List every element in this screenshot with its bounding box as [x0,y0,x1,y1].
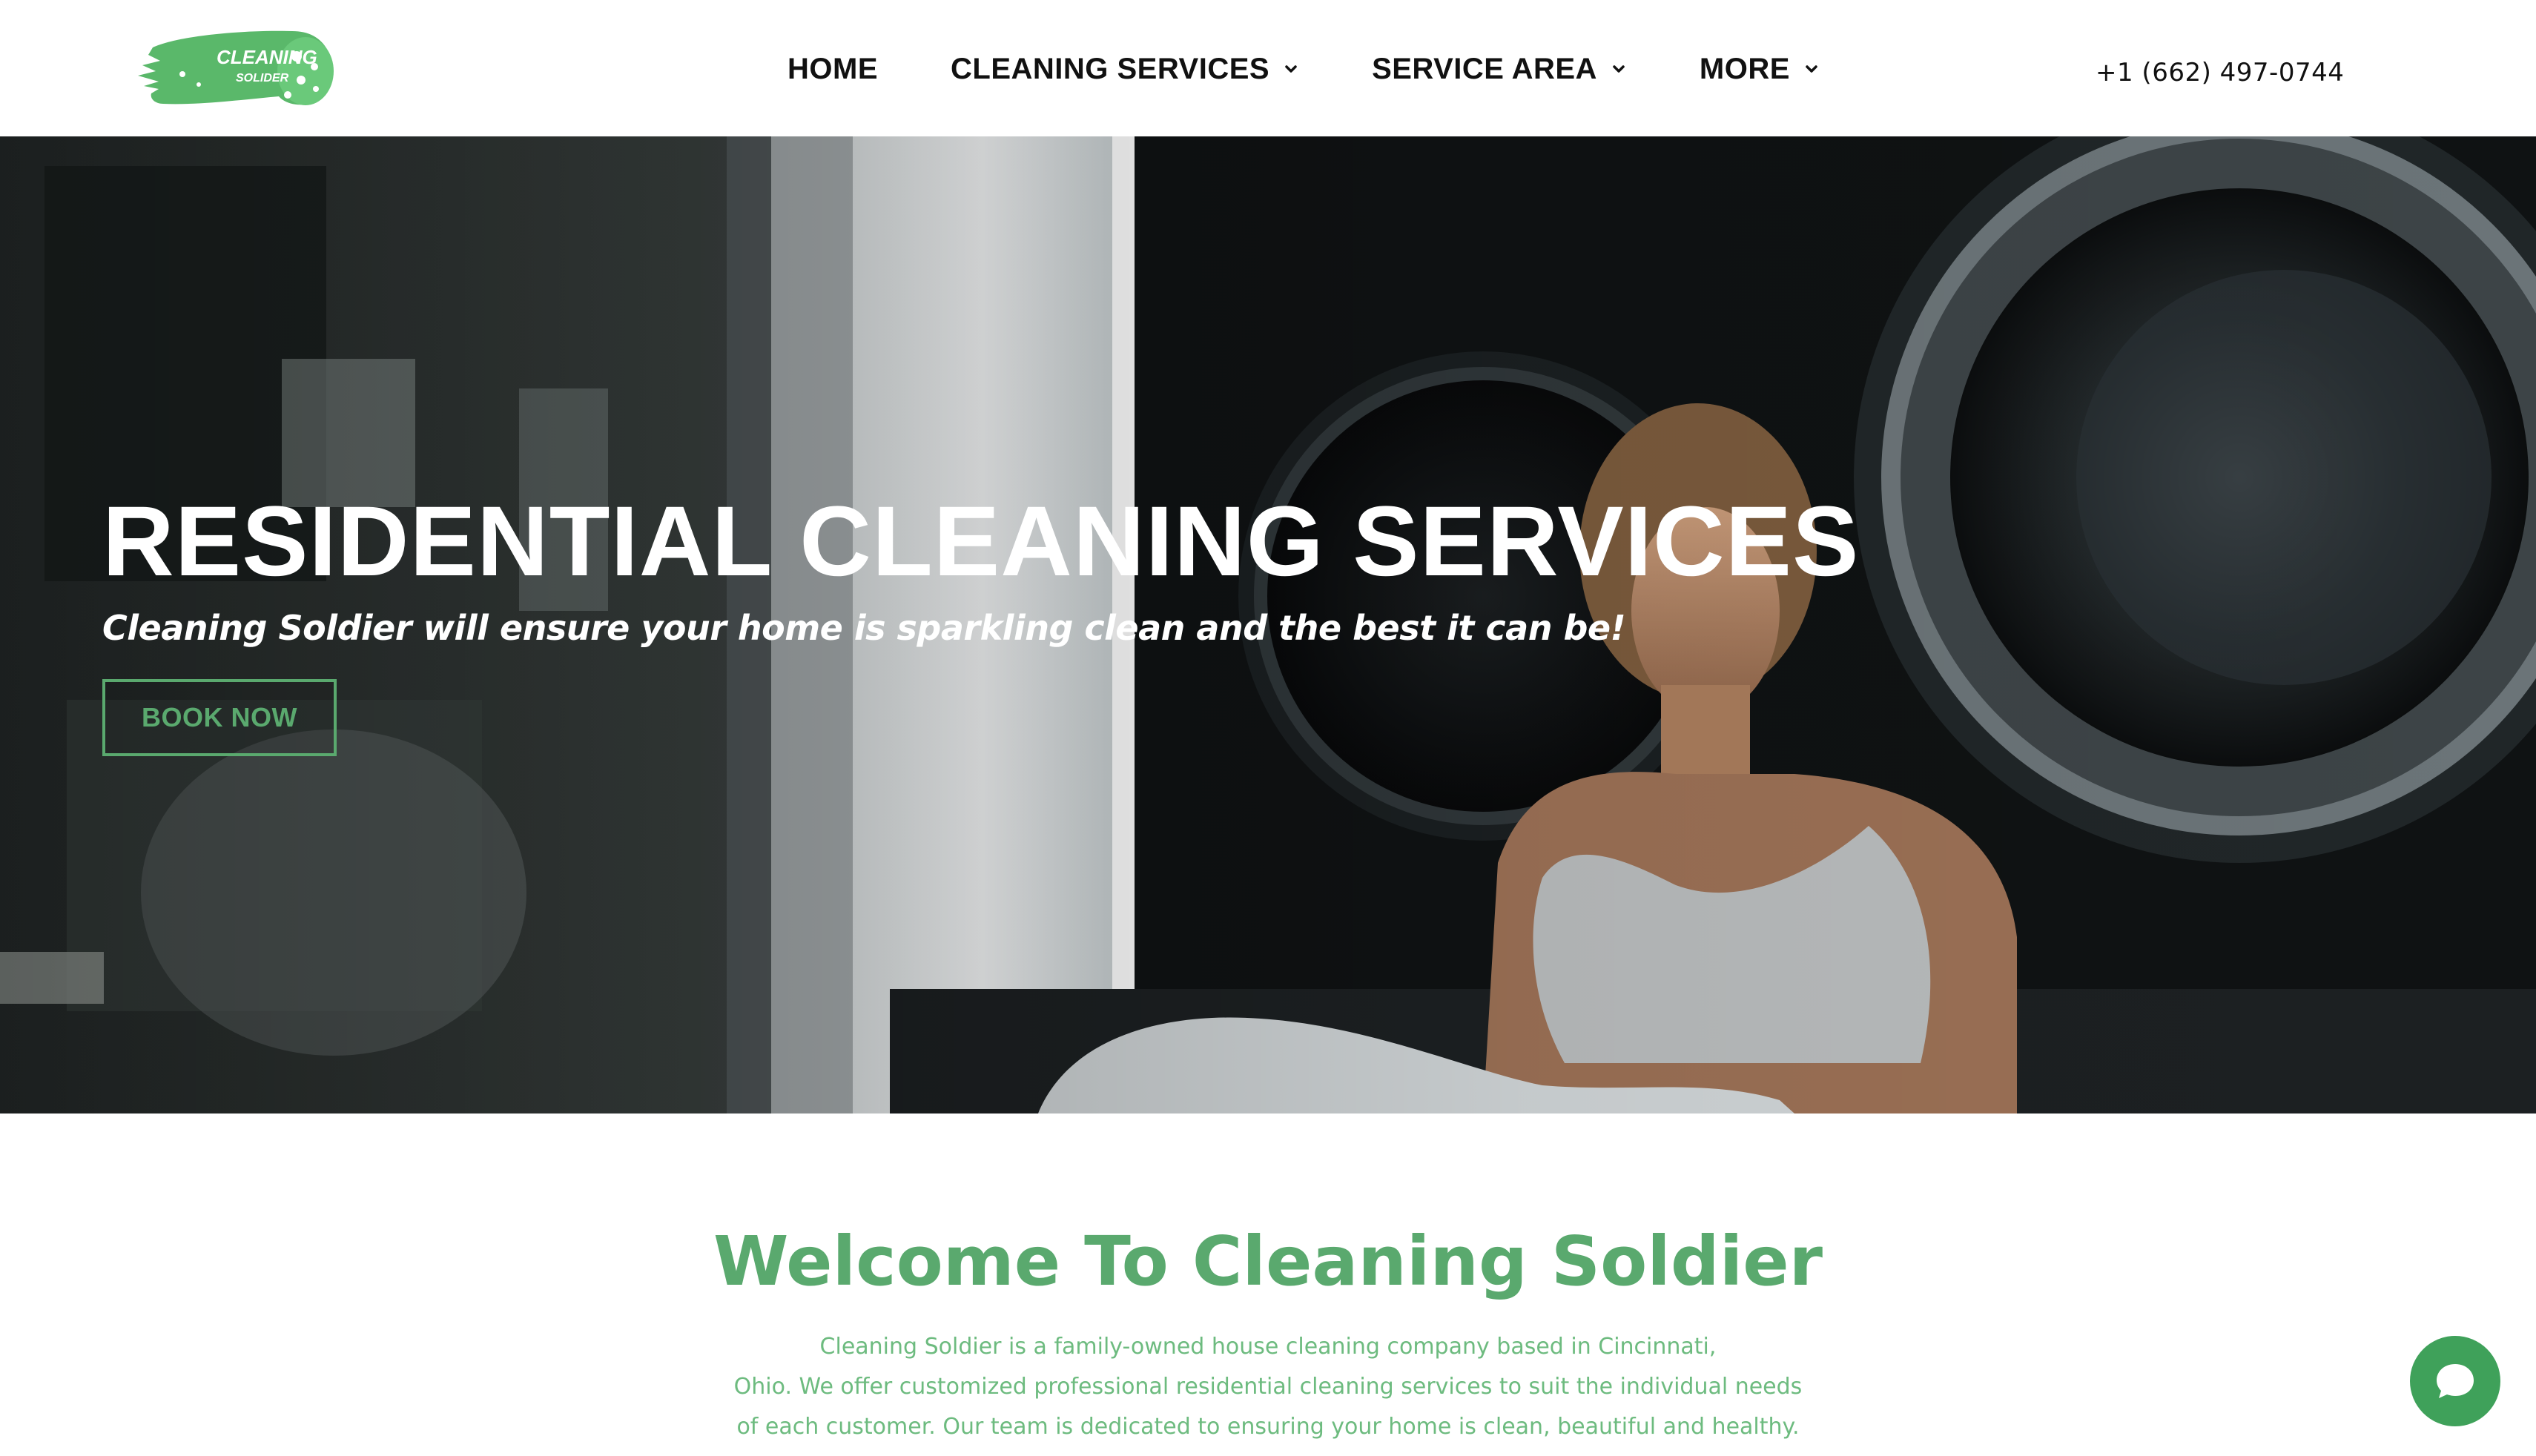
nav-item-label: HOME [787,52,878,85]
chevron-down-icon [1285,65,1297,73]
nav-item-cleaning-services[interactable]: CLEANING SERVICES [951,53,1299,86]
hero-title: RESIDENTIAL CLEANING SERVICES [102,486,1860,597]
nav-item-home[interactable]: HOME [787,53,878,86]
chat-bubble-icon [2437,1364,2474,1398]
sponge-logo-icon: CLEANING SOLIDER [138,30,334,105]
welcome-title: Welcome To Cleaning Soldier [713,1222,1823,1301]
phone-link[interactable]: +1 (662) 497-0744 [2096,58,2344,87]
welcome-line: Ohio. We offer customized professional r… [733,1374,1803,1400]
chat-widget-button[interactable] [2410,1336,2500,1426]
brand-logo[interactable]: CLEANING SOLIDER [133,22,344,114]
logo-text-line1: CLEANING [217,46,317,68]
nav-item-label: SERVICE AREA [1372,52,1597,85]
chevron-down-icon [1613,65,1625,73]
welcome-line: Cleaning Soldier is a family-owned house… [819,1334,1717,1360]
nav-item-more[interactable]: MORE [1700,53,1820,86]
site-header: CLEANING SOLIDER HOME CLEANING SERVICES … [0,0,2536,136]
nav-item-label: CLEANING SERVICES [951,52,1270,85]
main-nav: HOME CLEANING SERVICES SERVICE AREA MORE [787,46,1820,92]
logo-text-line2: SOLIDER [236,72,289,85]
nav-item-service-area[interactable]: SERVICE AREA [1372,53,1627,86]
book-now-button[interactable]: BOOK NOW [102,679,337,756]
hero-section: RESIDENTIAL CLEANING SERVICES Cleaning S… [0,136,2536,1113]
chevron-down-icon [1806,65,1817,73]
hero-subtitle: Cleaning Soldier will ensure your home i… [102,608,1626,648]
nav-item-label: MORE [1699,52,1790,85]
welcome-line: of each customer. Our team is dedicated … [736,1414,1800,1440]
welcome-description: Cleaning Soldier is a family-owned house… [712,1327,1824,1447]
